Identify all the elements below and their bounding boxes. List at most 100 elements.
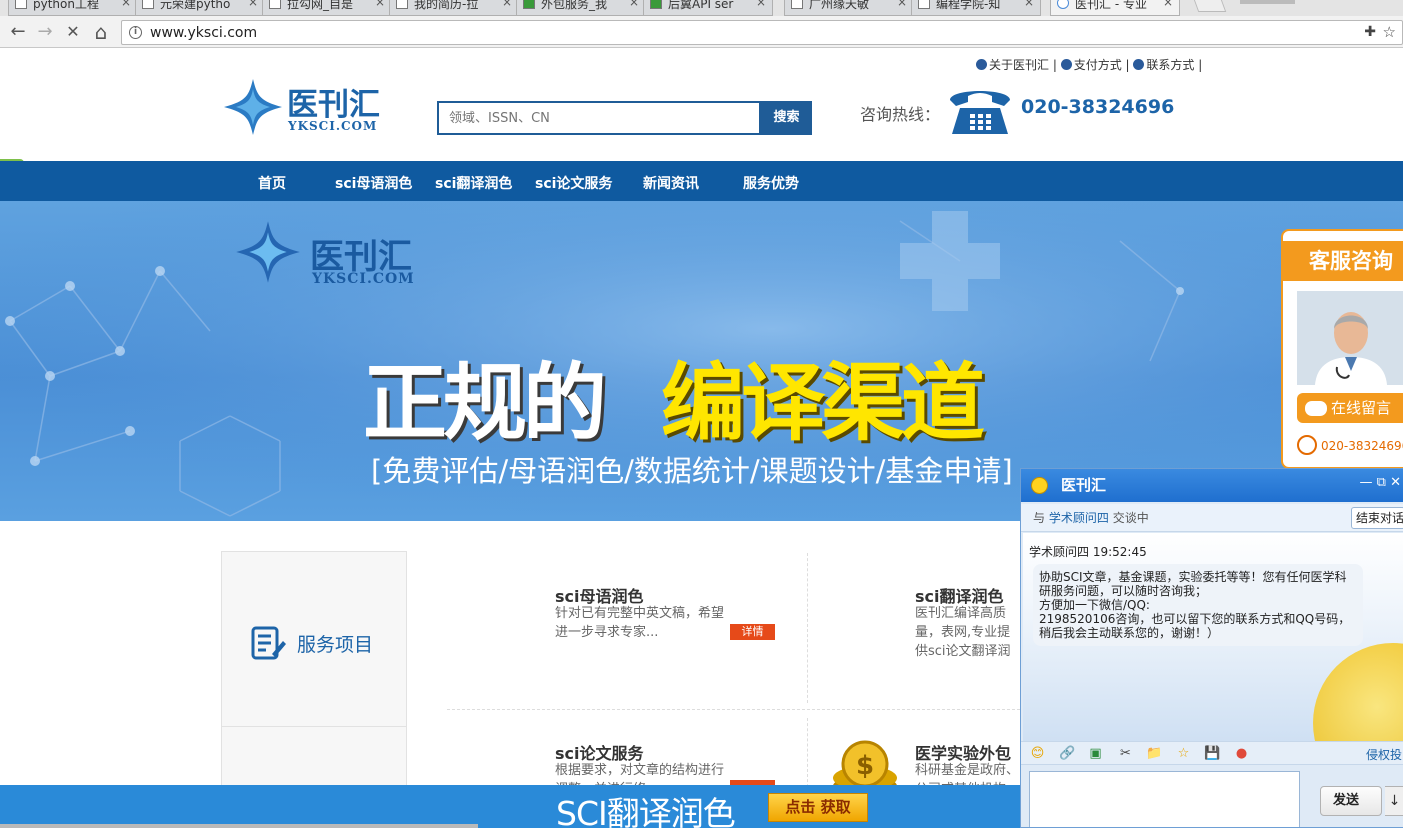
tab-favicon-icon (918, 0, 930, 9)
nav-advantages[interactable]: 服务优势 (743, 173, 799, 193)
browser-tab[interactable]: python工程 × (8, 0, 138, 16)
tab-close-icon[interactable]: × (756, 0, 766, 9)
tab-close-icon[interactable]: × (629, 0, 639, 9)
main-nav: 首页 sci母语润色 sci翻译润色 sci论文服务 新闻资讯 服务优势 (0, 161, 1403, 201)
divider (447, 709, 1020, 710)
logo-star-icon[interactable] (222, 77, 284, 137)
browser-tab[interactable]: 拉勾网_自是 × (262, 0, 392, 16)
status-suffix: 交谈中 (1112, 511, 1149, 525)
alert-icon[interactable]: ● (1233, 745, 1250, 762)
browser-tab[interactable]: 元荣建pytho × (135, 0, 265, 16)
tab-close-icon[interactable]: × (897, 0, 907, 9)
status-prefix: 与 (1033, 511, 1046, 525)
browser-tab[interactable]: 外包服务_我 × (516, 0, 646, 16)
browser-tab[interactable]: 编程学院-知 × (911, 0, 1041, 16)
customer-service-title: 客服咨询 (1283, 241, 1403, 281)
horizontal-scrollbar[interactable] (0, 824, 478, 828)
chat-message-log[interactable]: 学术顾问四 19:52:45 协助SCI文章，基金课题，实验委托等等！您有任何医… (1023, 533, 1403, 741)
tab-close-icon[interactable]: × (1024, 0, 1034, 9)
details-button[interactable]: 详情 (730, 624, 775, 640)
send-button[interactable]: 发送 (1320, 786, 1382, 816)
folder-icon[interactable]: 📁 (1146, 745, 1163, 762)
banner-subtitle: [免费评估/母语润色/数据统计/课题设计/基金申请] (371, 454, 1013, 488)
hotline-number: 020-38324696 (1021, 96, 1175, 118)
search-button[interactable]: 搜索 (761, 101, 812, 135)
tab-favicon-icon (15, 0, 27, 9)
tab-label: 元荣建pytho (160, 0, 231, 11)
bookmark-star-icon[interactable]: ☆ (1383, 23, 1396, 41)
banner-title-highlight: 编译渠道 (661, 354, 985, 452)
telephone-icon (950, 91, 1010, 134)
end-chat-button[interactable]: 结束对话 (1351, 507, 1403, 529)
contact-link[interactable]: 联系方式 (1146, 58, 1194, 72)
address-bar[interactable]: i www.yksci.com ✚ ☆ (121, 20, 1403, 45)
chat-status-bar: 与 学术顾问四 交谈中 (1021, 504, 1403, 532)
message-bubble: 协助SCI文章，基金课题，实验委托等等！您有任何医学科研服务问题，可以随时咨询我… (1033, 564, 1363, 646)
browser-tab[interactable]: 广州缘天敏 × (784, 0, 914, 16)
screenshot-scissors-icon[interactable]: ✂ (1117, 745, 1134, 762)
tab-favicon-icon (791, 0, 803, 9)
emoji-icon[interactable]: 😊 (1029, 745, 1046, 762)
tab-favicon-icon (396, 0, 408, 9)
tab-favicon-icon (142, 0, 154, 9)
logo-text[interactable]: 医刊汇 (287, 79, 380, 124)
tab-close-icon[interactable]: × (502, 0, 512, 9)
tab-label: 医刊汇 - 专业 (1075, 0, 1147, 11)
report-link[interactable]: 侵权投 (1366, 746, 1402, 763)
save-icon[interactable]: 💾 (1204, 745, 1221, 762)
extension-puzzle-icon[interactable]: ✚ (1364, 24, 1376, 40)
browser-tab-active[interactable]: 医刊汇 - 专业 × (1050, 0, 1180, 16)
agent-name: 学术顾问四 (1048, 511, 1109, 525)
about-link[interactable]: 关于医刊汇 (989, 58, 1049, 72)
link-icon[interactable]: 🔗 (1059, 745, 1076, 762)
nav-news[interactable]: 新闻资讯 (643, 173, 699, 193)
banner-title-regular: 正规的 (363, 354, 607, 452)
tab-close-icon[interactable]: × (1163, 0, 1173, 9)
tab-label: 广州缘天敏 (809, 0, 870, 11)
forward-icon[interactable]: → (33, 20, 57, 44)
hotline-label: 咨询热线： (860, 105, 941, 124)
nav-home[interactable]: 首页 (258, 173, 286, 193)
service-desc-lab-outsourcing: 科研基金是政府、公司或其他机构... (915, 763, 1020, 785)
chat-window: 医刊汇 — ⧉ ✕ 与 学术顾问四 交谈中 结束对话 学术顾问四 19:52:4… (1020, 468, 1403, 828)
browser-tab[interactable]: 后翼API ser × (643, 0, 773, 16)
divider (221, 726, 407, 727)
new-tab-button[interactable] (1191, 0, 1227, 12)
back-icon[interactable]: ← (6, 20, 30, 44)
tab-close-icon[interactable]: × (375, 0, 385, 9)
nav-sci-native-polish[interactable]: sci母语润色 (335, 173, 412, 193)
browser-tab[interactable]: 我的简历-拉 × (389, 0, 519, 16)
nav-sci-paper-service[interactable]: sci论文服务 (535, 173, 612, 193)
rate-star-icon[interactable]: ☆ (1175, 745, 1192, 762)
home-icon[interactable]: ⌂ (89, 20, 113, 44)
user-icon (976, 59, 987, 70)
chat-title[interactable]: 医刊汇 (1021, 469, 1403, 502)
tab-favicon-icon (269, 0, 281, 9)
chat-message-input[interactable] (1029, 771, 1300, 827)
customer-service-phone: 020-38324696 (1321, 439, 1403, 453)
logo-domain: YKSCI.COM (288, 119, 378, 133)
search-input[interactable] (437, 101, 761, 135)
nav-sci-translation[interactable]: sci翻译润色 (435, 173, 512, 193)
tab-close-icon[interactable]: × (121, 0, 131, 9)
site-info-icon[interactable]: i (129, 26, 142, 39)
chat-bubble-icon (1305, 401, 1327, 416)
url-text[interactable]: www.yksci.com (150, 25, 257, 41)
service-desc-translation: 医刊汇编译高质量，表网,专业提供sci论文翻译润修... (915, 606, 1011, 659)
promo-get-button[interactable]: 点击 获取 (768, 793, 868, 822)
stop-loading-icon[interactable]: ✕ (61, 20, 85, 44)
service-desc-paper-service: 根据要求，对文章的结构进行调整，并进行修... (555, 763, 725, 785)
svg-text:$: $ (856, 751, 874, 781)
payment-icon (1060, 59, 1072, 70)
tab-close-icon[interactable]: × (248, 0, 258, 9)
banner-logo-domain: YKSCI.COM (312, 271, 415, 287)
chat-window-controls[interactable]: — ⧉ ✕ (1360, 475, 1401, 490)
image-icon[interactable]: ▣ (1087, 745, 1104, 762)
smiley-logo-icon (1031, 477, 1048, 494)
tab-favicon-icon (650, 0, 662, 9)
send-options-icon[interactable]: ↓ (1385, 786, 1403, 816)
services-heading: 服务项目 (297, 634, 374, 656)
tab-favicon-icon (523, 0, 535, 9)
message-line: 协助SCI文章，基金课题，实验委托等等！您有任何医学科研服务问题，可以随时咨询我… (1039, 570, 1347, 598)
payment-link[interactable]: 支付方式 (1074, 58, 1122, 72)
